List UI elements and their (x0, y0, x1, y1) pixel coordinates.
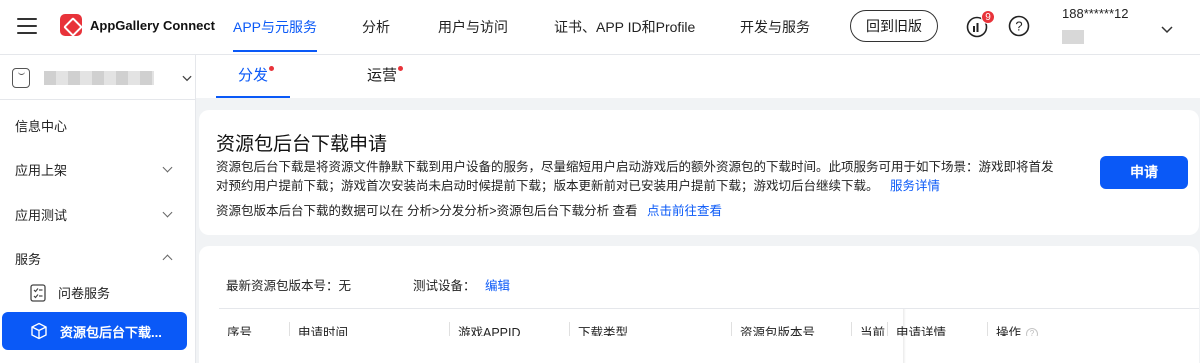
user-name-blurred (1062, 30, 1084, 44)
sidebar-item-label: 应用测试 (15, 208, 68, 223)
analytics-hint-text: 资源包版本后台下载的数据可以在 分析>分发分析>资源包后台下载分析 查看 (216, 204, 638, 218)
tab-label: 分发 (238, 67, 269, 84)
latest-version-label: 最新资源包版本号：无 (226, 279, 352, 293)
account-chevron-button[interactable] (1161, 22, 1173, 37)
application-list-card: 最新资源包版本号：无 测试设备： 编辑 序号 申请时间 游戏APPID 下载类型… (199, 246, 1199, 363)
chevron-down-icon (182, 75, 192, 81)
view-analytics-link[interactable]: 点击前往查看 (647, 204, 722, 218)
tab-distribution[interactable]: 分发 (238, 55, 275, 98)
tab-operations[interactable]: 运营 (367, 55, 404, 98)
tab-label: 运营 (367, 67, 398, 84)
app-icon (12, 68, 31, 88)
column-header-apply-time: 申请时间 (289, 322, 453, 336)
chevron-up-icon (162, 254, 173, 265)
page-title: 资源包后台下载申请 (216, 134, 388, 155)
nav-certificates[interactable]: 证书、APP ID和Profile (554, 0, 695, 54)
nav-app-services[interactable]: APP与元服务 (233, 0, 318, 54)
appgallery-logo-icon (60, 14, 82, 36)
sidebar-item-services[interactable]: 服务 (15, 249, 185, 268)
survey-icon (30, 283, 46, 302)
logo[interactable]: AppGallery Connect (60, 14, 215, 36)
top-nav: AppGallery Connect APP与元服务 分析 用户与访问 证书、A… (0, 0, 1200, 55)
nav-users-access[interactable]: 用户与访问 (438, 0, 508, 54)
user-account[interactable]: 188******12 (1062, 6, 1129, 21)
column-header-download-type: 下载类型 (569, 322, 731, 336)
sidebar-item-app-testing[interactable]: 应用测试 (15, 205, 185, 224)
help-button[interactable]: ? (1008, 15, 1030, 37)
column-header-actions: 操作? (987, 322, 1107, 336)
help-circle-icon[interactable]: ? (1026, 327, 1039, 336)
brand-name: AppGallery Connect (90, 17, 215, 33)
sidebar-divider (0, 99, 196, 100)
sub-tabs: 分发 运营 (196, 55, 1200, 98)
chevron-down-icon (1161, 26, 1173, 34)
test-device-label: 测试设备： (413, 279, 476, 293)
package-icon (31, 322, 47, 340)
notification-button[interactable]: 9 (966, 10, 995, 38)
help-icon: ? (1008, 15, 1030, 37)
sidebar-item-label: 应用上架 (15, 163, 68, 178)
column-header-apply-details: 申请详情 (887, 322, 987, 336)
table-header: 序号 申请时间 游戏APPID 下载类型 资源包版本号 当前 申请详情 操作? (219, 308, 1199, 363)
chevron-down-icon (162, 162, 173, 173)
back-to-old-version-button[interactable]: 回到旧版 (850, 10, 938, 42)
column-header-current: 当前 (851, 322, 885, 336)
test-device-row: 测试设备： 编辑 (413, 275, 510, 294)
analytics-hint: 资源包版本后台下载的数据可以在 分析>分发分析>资源包后台下载分析 查看 点击前… (216, 200, 722, 219)
column-header-package-version: 资源包版本号 (731, 322, 851, 336)
apply-button[interactable]: 申请 (1100, 156, 1188, 189)
column-header-index: 序号 (227, 326, 253, 336)
description: 资源包后台下载是将资源文件静默下载到用户设备的服务，尽量缩短用户启动游戏后的额外… (216, 158, 1056, 196)
sidebar-item-app-release[interactable]: 应用上架 (15, 160, 185, 179)
resource-download-card: 资源包后台下载申请 资源包后台下载是将资源文件静默下载到用户设备的服务，尽量缩短… (199, 110, 1199, 235)
column-header-game-appid: 游戏APPID (449, 322, 569, 336)
actions-label: 操作 (996, 326, 1022, 336)
nav-analytics[interactable]: 分析 (362, 0, 390, 54)
sticky-column-shadow (903, 309, 906, 363)
svg-text:?: ? (1015, 19, 1022, 34)
tab-dot-indicator (269, 66, 275, 71)
edit-device-link[interactable]: 编辑 (485, 279, 510, 293)
nav-dev-services[interactable]: 开发与服务 (740, 0, 810, 54)
app-selector[interactable] (12, 65, 192, 91)
app-name-blurred (44, 71, 154, 85)
sidebar-item-survey-service[interactable]: 问卷服务 (30, 283, 110, 302)
sidebar-item-label: 问卷服务 (58, 286, 111, 301)
service-details-link[interactable]: 服务详情 (890, 179, 940, 193)
chevron-down-icon (162, 207, 173, 218)
notification-badge: 9 (981, 10, 995, 24)
sidebar-item-label: 服务 (15, 252, 42, 267)
sidebar: 信息中心 应用上架 应用测试 服务 问卷服务 资源包后台下载... (0, 55, 196, 363)
menu-icon[interactable] (17, 18, 37, 34)
tab-dot-indicator (398, 66, 404, 71)
sidebar-item-label: 资源包后台下载... (60, 324, 162, 340)
sidebar-item-label: 信息中心 (15, 119, 68, 134)
sidebar-item-resource-download[interactable]: 资源包后台下载... (2, 312, 187, 350)
tab-underline (216, 96, 290, 98)
sidebar-item-info-center[interactable]: 信息中心 (15, 116, 185, 135)
